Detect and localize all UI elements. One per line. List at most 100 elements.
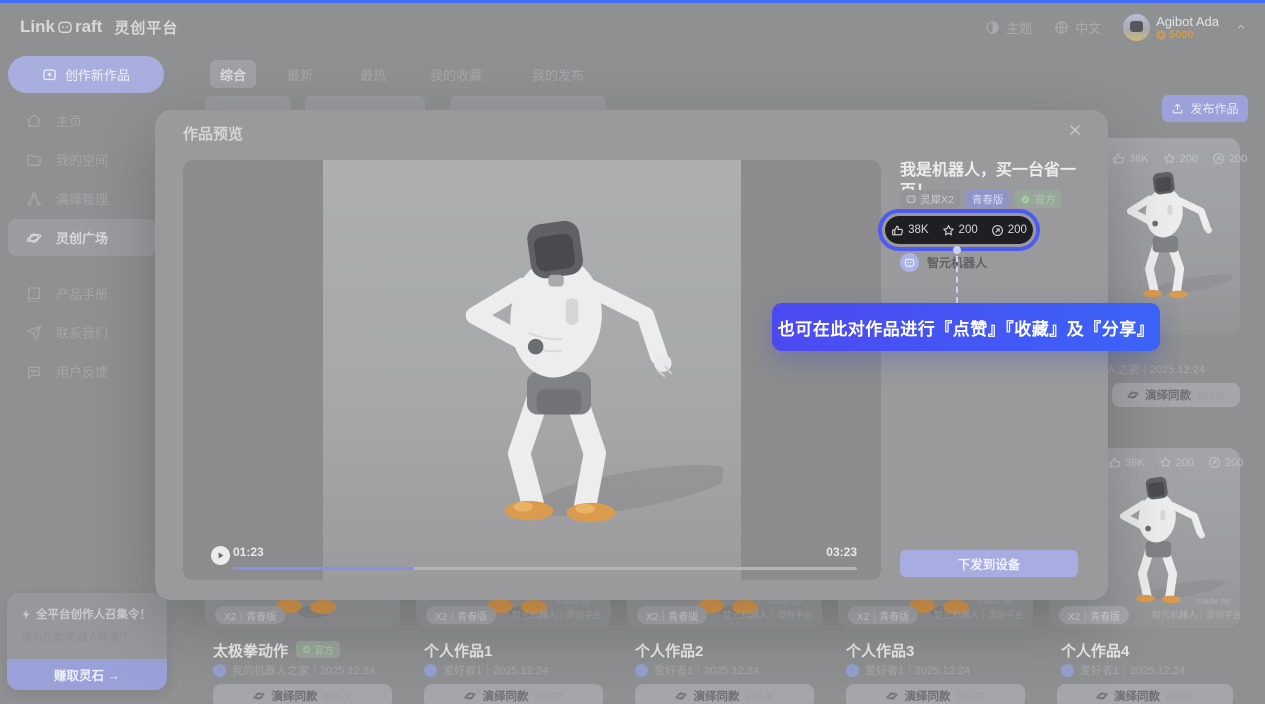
tab-comprehensive[interactable]: 综合 bbox=[210, 60, 256, 88]
remix-button[interactable]: 演绎同款 666次 bbox=[635, 684, 814, 704]
sidebar-item-performance[interactable]: 演绎管理 bbox=[8, 180, 156, 217]
lightning-icon bbox=[21, 609, 32, 620]
tab-newest[interactable]: 最新 bbox=[277, 60, 323, 88]
work-author[interactable]: 智元机器人 bbox=[900, 253, 987, 272]
user-menu[interactable]: Agibot Ada 5000 bbox=[1123, 14, 1247, 41]
header: Link raft 灵创平台 主题 中文 Agibot Ada bbox=[0, 3, 1265, 51]
create-work-label: 创作新作品 bbox=[65, 65, 130, 84]
close-icon[interactable] bbox=[1067, 122, 1083, 138]
card-stats-row: 38K 200 200 bbox=[1112, 152, 1247, 165]
thumb-tag: X2｜青春版 bbox=[1059, 606, 1129, 624]
share-icon bbox=[1212, 152, 1225, 165]
logo-text-1: Link bbox=[20, 17, 55, 37]
card-stats-row: 38K 200 200 bbox=[1108, 456, 1243, 469]
play-button[interactable] bbox=[211, 546, 230, 565]
onboarding-tooltip: 也可在此对作品进行『点赞』『收藏』及『分享』 bbox=[772, 303, 1160, 351]
language-switch[interactable]: 中文 bbox=[1054, 18, 1101, 37]
share-stat[interactable]: 200 bbox=[1212, 152, 1247, 165]
theme-toggle[interactable]: 主题 bbox=[985, 18, 1032, 37]
card-title[interactable]: 个人作品1 bbox=[424, 640, 492, 661]
share-icon bbox=[1208, 456, 1221, 469]
logo-cn: 灵创平台 bbox=[114, 17, 178, 38]
nodes-icon bbox=[26, 191, 42, 207]
share-button[interactable]: 200 bbox=[991, 224, 1027, 237]
like-stat[interactable]: 38K bbox=[1112, 152, 1149, 165]
sidebar-item-contact[interactable]: 联系我们 bbox=[8, 314, 156, 351]
planet-icon bbox=[464, 690, 476, 702]
card-title[interactable]: 个人作品3 bbox=[846, 640, 914, 661]
planet-icon bbox=[1096, 690, 1108, 702]
earn-gems-button[interactable]: 赚取灵石 → bbox=[7, 659, 167, 690]
header-right: 主题 中文 Agibot Ada 5000 bbox=[985, 3, 1247, 51]
planet-icon bbox=[886, 690, 898, 702]
logo-text-2: raft bbox=[75, 17, 102, 37]
official-tag: 官方 bbox=[1015, 190, 1061, 208]
home-icon bbox=[26, 113, 42, 129]
logo: Link raft 灵创平台 bbox=[20, 17, 178, 38]
video-plus-icon bbox=[42, 67, 57, 82]
video-player[interactable]: 01:23 03:23 bbox=[183, 160, 881, 580]
tab-hottest[interactable]: 最热 bbox=[350, 60, 396, 88]
theme-icon bbox=[985, 20, 1000, 35]
remix-button[interactable]: 演绎同款 666次 bbox=[846, 684, 1025, 704]
share-icon bbox=[991, 224, 1004, 237]
sidebar-item-label: 灵创广场 bbox=[56, 228, 108, 247]
like-stat[interactable]: 38K bbox=[1108, 456, 1145, 469]
card-title[interactable]: 个人作品4 bbox=[1061, 640, 1129, 661]
card-author: 爱好者1｜2025.12.24 bbox=[846, 662, 970, 678]
stats-spotlight-ring: 38K 200 200 bbox=[878, 209, 1040, 251]
remix-button[interactable]: 演绎同款 666次 bbox=[424, 684, 603, 704]
thumb-tag: X2｜青春版 bbox=[848, 606, 918, 624]
author-avatar bbox=[635, 664, 648, 677]
paper-plane-icon bbox=[26, 325, 42, 341]
video-progress-track[interactable] bbox=[233, 567, 857, 570]
remix-button[interactable]: 演绎同款 666次 bbox=[1112, 383, 1240, 407]
work-stats-pill: 38K 200 200 bbox=[885, 216, 1033, 244]
favorite-stat[interactable]: 200 bbox=[1159, 456, 1194, 469]
tooltip-connector-line bbox=[956, 256, 958, 303]
thumb-tag: X2｜青春版 bbox=[426, 606, 496, 624]
sidebar-item-feedback[interactable]: 用户反馈 bbox=[8, 353, 156, 390]
sidebar-item-manual[interactable]: 产品手册 bbox=[8, 275, 156, 312]
share-stat[interactable]: 200 bbox=[1208, 456, 1243, 469]
favorite-button[interactable]: 200 bbox=[942, 224, 978, 237]
thumbs-up-icon bbox=[1108, 456, 1121, 469]
brand-watermark: 智元机器人｜灵创平台 bbox=[512, 608, 600, 621]
thumb-tag: X2｜青春版 bbox=[637, 606, 707, 624]
sidebar-item-label: 演绎管理 bbox=[56, 189, 108, 208]
favorite-stat[interactable]: 200 bbox=[1163, 152, 1198, 165]
create-work-button[interactable]: 创作新作品 bbox=[8, 56, 164, 93]
remix-button[interactable]: 演绎同款 666次 bbox=[1057, 684, 1233, 704]
globe-icon bbox=[1054, 20, 1069, 35]
sidebar-item-my-space[interactable]: 我的空间 bbox=[8, 141, 156, 178]
like-button[interactable]: 38K bbox=[891, 224, 928, 237]
book-icon bbox=[26, 286, 42, 302]
card-author: 我的机器人之家｜2025.12.24 bbox=[213, 662, 375, 678]
thumb-tag: X2｜青春版 bbox=[215, 606, 285, 624]
author-avatar bbox=[424, 664, 437, 677]
sidebar-item-label: 主页 bbox=[56, 111, 82, 130]
card-title[interactable]: 个人作品2 bbox=[635, 640, 703, 661]
check-badge-icon bbox=[1021, 195, 1030, 204]
sidebar-item-home[interactable]: 主页 bbox=[8, 102, 156, 139]
brand-watermark: 智元机器人｜灵创平台 bbox=[934, 608, 1022, 621]
tab-my-favorites[interactable]: 我的收藏 bbox=[420, 60, 492, 88]
sidebar-item-label: 用户反馈 bbox=[56, 362, 108, 381]
avatar-robot-head bbox=[1130, 21, 1143, 32]
app-root: Link raft 灵创平台 主题 中文 Agibot Ada bbox=[0, 0, 1265, 704]
send-to-device-button[interactable]: 下发到设备 bbox=[900, 550, 1078, 577]
author-avatar bbox=[900, 253, 919, 272]
card-title[interactable]: 太极拳动作 bbox=[213, 640, 288, 661]
chat-dots-icon bbox=[26, 364, 42, 380]
publish-work-button[interactable]: 发布作品 bbox=[1162, 95, 1248, 122]
card-author: 爱好者1｜2025.12.24 bbox=[635, 662, 759, 678]
tab-my-posts[interactable]: 我的发布 bbox=[522, 60, 594, 88]
robot-thumbnail-image bbox=[1095, 165, 1235, 301]
sidebar-item-plaza[interactable]: 灵创广场 bbox=[8, 219, 156, 256]
user-name: Agibot Ada bbox=[1156, 14, 1219, 29]
video-progress-fill bbox=[233, 567, 414, 570]
card-author: 爱好者1｜2025.12.24 bbox=[1061, 662, 1185, 678]
edition-tag: 青春版 bbox=[966, 190, 1010, 208]
remix-button[interactable]: 演绎同款 666次 bbox=[213, 684, 392, 704]
creator-promo-card: 全平台创作人召集令！ 成为首批"机器人导演"！ 赚取灵石 → bbox=[7, 593, 167, 690]
